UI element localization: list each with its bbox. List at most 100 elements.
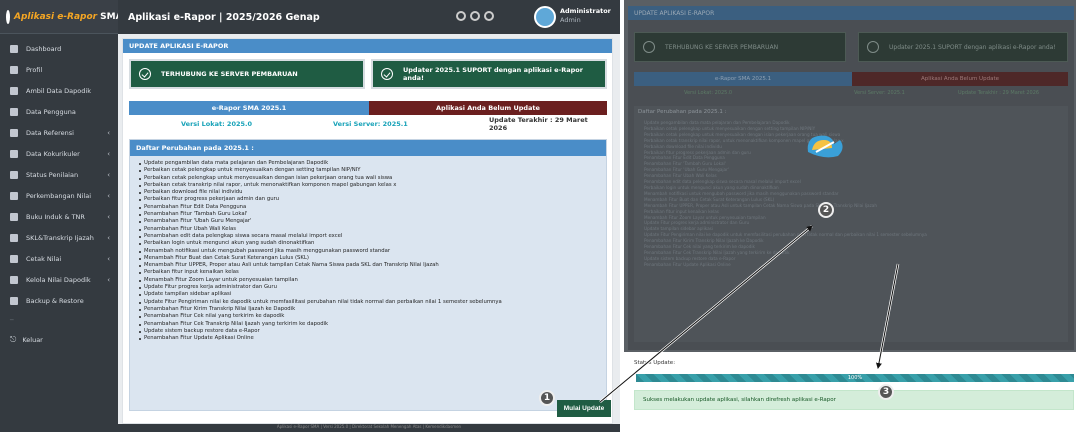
version-info-row: Versi Lokat: 2025.0 Versi Server: 2025.1…: [634, 88, 1068, 100]
callout-updater-text: Updater 2025.1 SUPORT dengan aplikasi e-…: [403, 66, 583, 82]
sidebar-item-dashboard[interactable]: Dashboard: [0, 38, 118, 59]
changelog-item: Menambah Fitur Buat dan Cetak Surat Kete…: [139, 255, 600, 262]
user-name[interactable]: Administrator Admin: [560, 7, 611, 25]
brand-name: Aplikasi e-Rapor SMA: [14, 11, 123, 22]
sidebar-item-status-penilaian[interactable]: Status Penilaian ‹: [0, 164, 118, 185]
changelog-item: Penambahan Fitur 'Ubah Guru Mengajar': [139, 218, 600, 225]
start-update-button[interactable]: Mulai Update: [557, 400, 611, 417]
sidebar-item-label: Backup & Restore: [26, 296, 84, 305]
sidebar-item-skl-transkrip-ijazah[interactable]: SKL&Transkrip Ijazah ‹: [0, 227, 118, 248]
changelog-item: Perbaikan fitur progress pekerjaan admin…: [139, 196, 600, 203]
screenshot-root: Aplikasi e-RaporSMA ⇤ Dashboard Profil Amb…: [0, 0, 1076, 432]
chevron-left-icon: ‹: [107, 212, 110, 221]
update-progress-screen: UPDATE APLIKASI E-RAPOR TERHUBUNG KE SER…: [624, 0, 1076, 432]
sidebar-item-logout[interactable]: ⎋ Keluar: [0, 329, 118, 350]
changelog-item: Penambahan Fitur 'Tambah Guru Lokal': [139, 211, 600, 218]
sidebar-item-label: Data Kokurikuler: [26, 149, 80, 158]
sidebar-item-label: Data Referensi: [26, 128, 74, 137]
callout-connected-text: TERHUBUNG KE SERVER PEMBARUAN: [665, 43, 779, 51]
sidebar-item-label: Kelola Nilai Dapodik: [26, 275, 91, 284]
sidebar-item-data-referensi[interactable]: Data Referensi ‹: [0, 122, 118, 143]
loading-logo-icon: [807, 135, 843, 158]
last-update: Update Terakhir : 29 Maret 2026: [958, 90, 1040, 96]
callout-connected: TERHUBUNG KE SERVER PEMBARUAN: [634, 32, 846, 62]
sidebar-item-profil[interactable]: Profil: [0, 59, 118, 80]
app-logo-icon: [6, 9, 10, 24]
changelog-item: Penambahan Fitur Ubah Wali Kelas: [139, 226, 600, 233]
dashboard-icon: [10, 44, 18, 53]
status-update-label: Status Update:: [634, 360, 676, 366]
topbar: Aplikasi e-Rapor | 2025/2026 Genap Admin…: [118, 0, 620, 34]
sidebar-item-buku-induk-tnr[interactable]: Buku Induk & TNR ‹: [0, 206, 118, 227]
changelog-item: Menambah Fitur Zoom Layar untuk penyesua…: [139, 277, 600, 284]
card-header: UPDATE APLIKASI E-RAPOR: [123, 39, 612, 53]
check-circle-icon: [643, 41, 655, 53]
sidebar-item-cetak-nilai[interactable]: Cetak Nilai ‹: [0, 248, 118, 269]
sidebar-item-label: Perkembangan Nilai: [26, 191, 92, 200]
local-version: Versi Lokat: 2025.0: [181, 120, 253, 128]
database-icon: [10, 275, 18, 284]
backup-icon: [10, 296, 18, 305]
check-circle-icon: [381, 68, 393, 80]
changelog-item: Update Fitur progres kerja administrator…: [139, 284, 600, 291]
zoom-in-icon[interactable]: [456, 11, 466, 21]
logout-icon: ⎋: [10, 334, 17, 344]
changelog-item: Penambahan Fitur Update Aplikasi Online: [644, 261, 731, 267]
changelog-item: Penambahan Fitur Edit Data Pengguna: [139, 204, 600, 211]
refresh-icon[interactable]: [484, 11, 494, 21]
changelog-title: Daftar Perubahan pada 2025.1 :: [638, 109, 727, 115]
changelog-list: Update pengambilan data mata pelajaran d…: [634, 118, 1068, 268]
changelog-item: Update pengambilan data mata pelajaran d…: [139, 160, 600, 167]
sidebar-item-data-pengguna[interactable]: Data Pengguna: [0, 101, 118, 122]
version-row: e-Rapor SMA 2025.1 Aplikasi Anda Belum U…: [129, 101, 607, 115]
sidebar-item-label: Dashboard: [26, 44, 62, 53]
step-badge-2: 2: [818, 202, 834, 218]
update-progress-bar: 100%: [636, 374, 1074, 382]
last-update: Update Terakhir : 29 Maret 2026: [489, 116, 588, 132]
success-alert: Sukses melakukan update aplikasi, silahk…: [634, 390, 1074, 410]
sidebar-item-perkembangan-nilai[interactable]: Perkembangan Nilai ‹: [0, 185, 118, 206]
callout-updater-text: Updater 2025.1 SUPORT dengan aplikasi e-…: [889, 43, 1056, 51]
sidebar-item-data-kokurikuler[interactable]: Data Kokurikuler ‹: [0, 143, 118, 164]
sidebar-item-backup-restore[interactable]: Backup & Restore: [0, 290, 118, 311]
sidebar-item-label: Keluar: [22, 335, 43, 344]
version-info-row: Versi Lokat: 2025.0 Versi Server: 2025.1…: [129, 115, 607, 133]
avatar[interactable]: [534, 6, 556, 28]
update-status-label: Aplikasi Anda Belum Update: [369, 101, 607, 115]
sidebar-nav: Dashboard Profil Ambil Data Dapodik Data Pe…: [0, 38, 118, 311]
changelog-item: Penambahan Fitur Update Aplikasi Online: [139, 335, 600, 342]
changelog-item: Update Fitur Pengiriman nilai ke dapodik…: [139, 299, 600, 306]
callout-updater: Updater 2025.1 SUPORT dengan aplikasi e-…: [371, 59, 607, 89]
changelog-title: Daftar Perubahan pada 2025.1 :: [130, 140, 606, 156]
changelog-item: Perbaikan cetak transkrip nilai rapor, u…: [139, 182, 600, 189]
chevron-left-icon: ‹: [107, 170, 110, 179]
changelog-item: Perbaikan cetak pelengkap untuk menyesua…: [139, 175, 600, 182]
print-icon: [10, 254, 18, 263]
sidebar-item-ambil-data-dapodik[interactable]: Ambil Data Dapodik: [0, 80, 118, 101]
sidebar: Aplikasi e-RaporSMA ⇤ Dashboard Profil Amb…: [0, 0, 134, 432]
zoom-out-icon[interactable]: [470, 11, 480, 21]
changelog-item: Penambahan Fitur Cek Transkrip Nilai Ija…: [139, 321, 600, 328]
chevron-left-icon: ‹: [107, 254, 110, 263]
user-role: Admin: [560, 16, 581, 24]
update-card: UPDATE APLIKASI E-RAPOR TERHUBUNG KE SER…: [122, 38, 613, 424]
changelog-item: Perbaikan cetak pelengkap untuk menyesua…: [139, 167, 600, 174]
sidebar-item-kelola-nilai-dapodik[interactable]: Kelola Nilai Dapodik ‹: [0, 269, 118, 290]
changelog-item: Perbaikan fitur input kenaikan kelas: [139, 269, 600, 276]
changelog-item: Update tampilan sidebar aplikasi: [139, 291, 600, 298]
book-icon: [10, 212, 18, 221]
changelog-panel: Daftar Perubahan pada 2025.1 : Update pe…: [129, 139, 607, 411]
monitor-icon: [10, 128, 18, 137]
sidebar-item-label: Cetak Nilai: [26, 254, 62, 263]
callout-connected-text: TERHUBUNG KE SERVER PEMBARUAN: [161, 70, 298, 78]
changelog-item: Menambah Fitur UPPER, Proper atau Asli u…: [139, 262, 600, 269]
sidebar-item-label: Profil: [26, 65, 43, 74]
sidebar-item-label: SKL&Transkrip Ijazah: [26, 233, 94, 242]
brand[interactable]: Aplikasi e-RaporSMA ⇤: [0, 0, 134, 34]
folder-icon: [10, 149, 18, 158]
card-header: UPDATE APLIKASI E-RAPOR: [628, 6, 1074, 20]
version-label: e-Rapor SMA 2025.1: [129, 101, 369, 115]
chevron-left-icon: ‹: [107, 149, 110, 158]
sidebar-section-divider: ─: [10, 316, 14, 324]
file-icon: [10, 233, 18, 242]
